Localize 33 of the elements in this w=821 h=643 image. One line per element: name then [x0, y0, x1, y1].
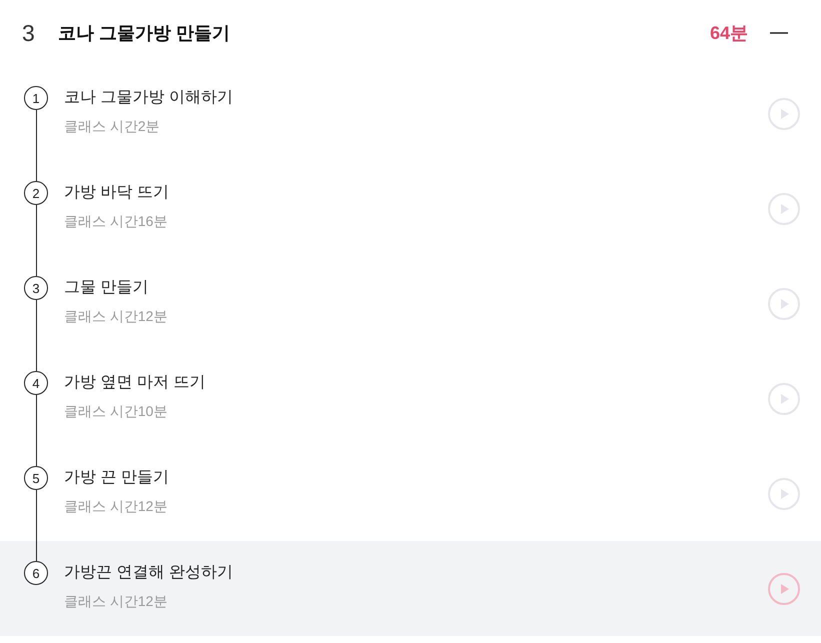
- section-duration: 64분: [710, 22, 748, 44]
- lesson-title: 가방 끈 만들기: [64, 468, 169, 488]
- timeline-connector: [36, 490, 37, 561]
- play-icon[interactable]: [768, 98, 800, 130]
- section-number: 3: [22, 22, 36, 44]
- step-number: 4: [24, 371, 48, 395]
- lesson-item[interactable]: 6 가방끈 연결해 완성하기 클래스 시간12분: [0, 541, 821, 636]
- timeline-connector: [36, 110, 37, 181]
- play-icon[interactable]: [768, 192, 800, 224]
- lesson-duration: 클래스 시간12분: [64, 592, 168, 611]
- play-icon[interactable]: [768, 382, 800, 414]
- step-number: 3: [24, 276, 48, 300]
- timeline-connector: [36, 205, 37, 276]
- lesson-title: 가방 바닥 뜨기: [64, 183, 169, 203]
- play-icon[interactable]: [768, 572, 800, 604]
- play-icon[interactable]: [768, 288, 800, 320]
- lesson-title: 그물 만들기: [64, 278, 150, 298]
- timeline-connector: [36, 300, 37, 371]
- lesson-duration: 클래스 시간10분: [64, 402, 168, 421]
- lesson-title: 코나 그물가방 이해하기: [64, 88, 233, 108]
- lesson-duration: 클래스 시간12분: [64, 497, 168, 516]
- section-title: 코나 그물가방 만들기: [58, 22, 230, 44]
- step-number: 5: [24, 466, 48, 490]
- step-number: 6: [24, 561, 48, 585]
- step-number: 2: [24, 181, 48, 205]
- lesson-title: 가방 옆면 마저 뜨기: [64, 373, 206, 393]
- lesson-duration: 클래스 시간2분: [64, 117, 161, 136]
- play-icon[interactable]: [768, 478, 800, 510]
- lesson-title: 가방끈 연결해 완성하기: [64, 563, 233, 583]
- timeline-connector: [36, 395, 37, 466]
- lesson-duration: 클래스 시간16분: [64, 212, 168, 231]
- step-number: 1: [24, 86, 48, 110]
- lesson-duration: 클래스 시간12분: [64, 307, 168, 326]
